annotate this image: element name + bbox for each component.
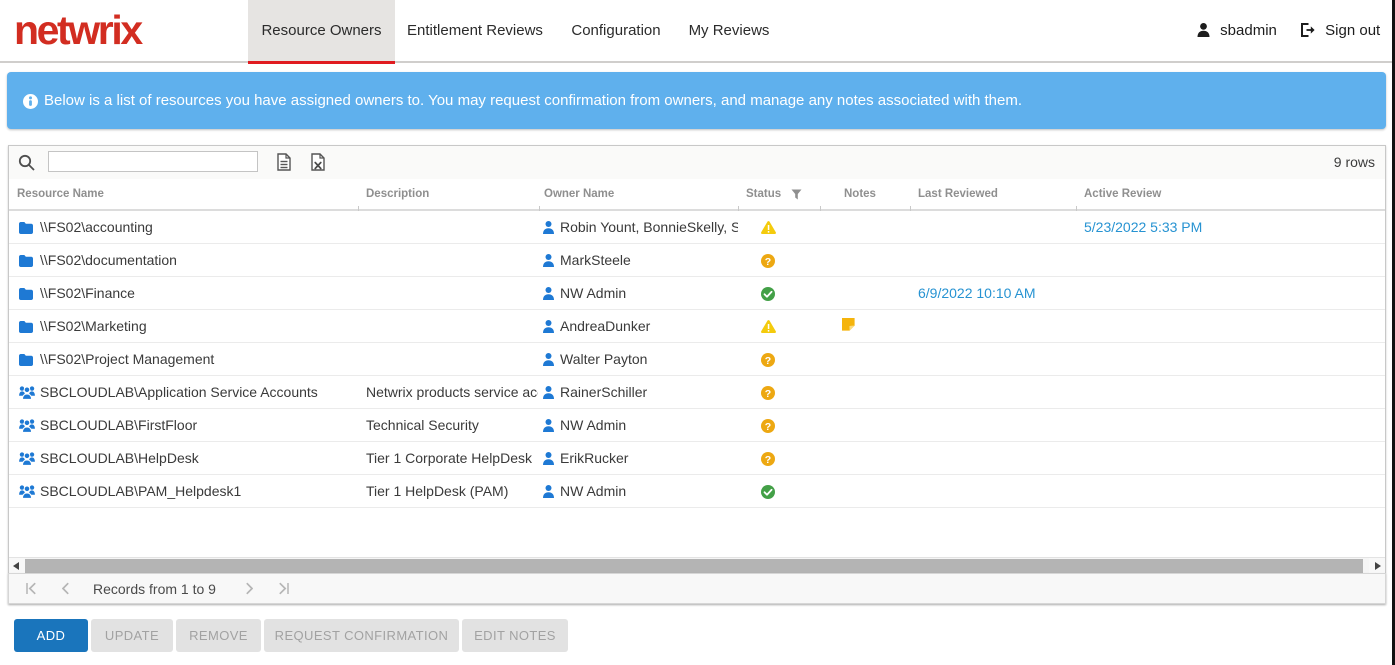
svg-text:?: ? (765, 388, 771, 400)
svg-text:?: ? (765, 256, 771, 268)
svg-text:?: ? (765, 454, 771, 466)
svg-text:?: ? (765, 421, 771, 433)
svg-text:?: ? (765, 355, 771, 367)
